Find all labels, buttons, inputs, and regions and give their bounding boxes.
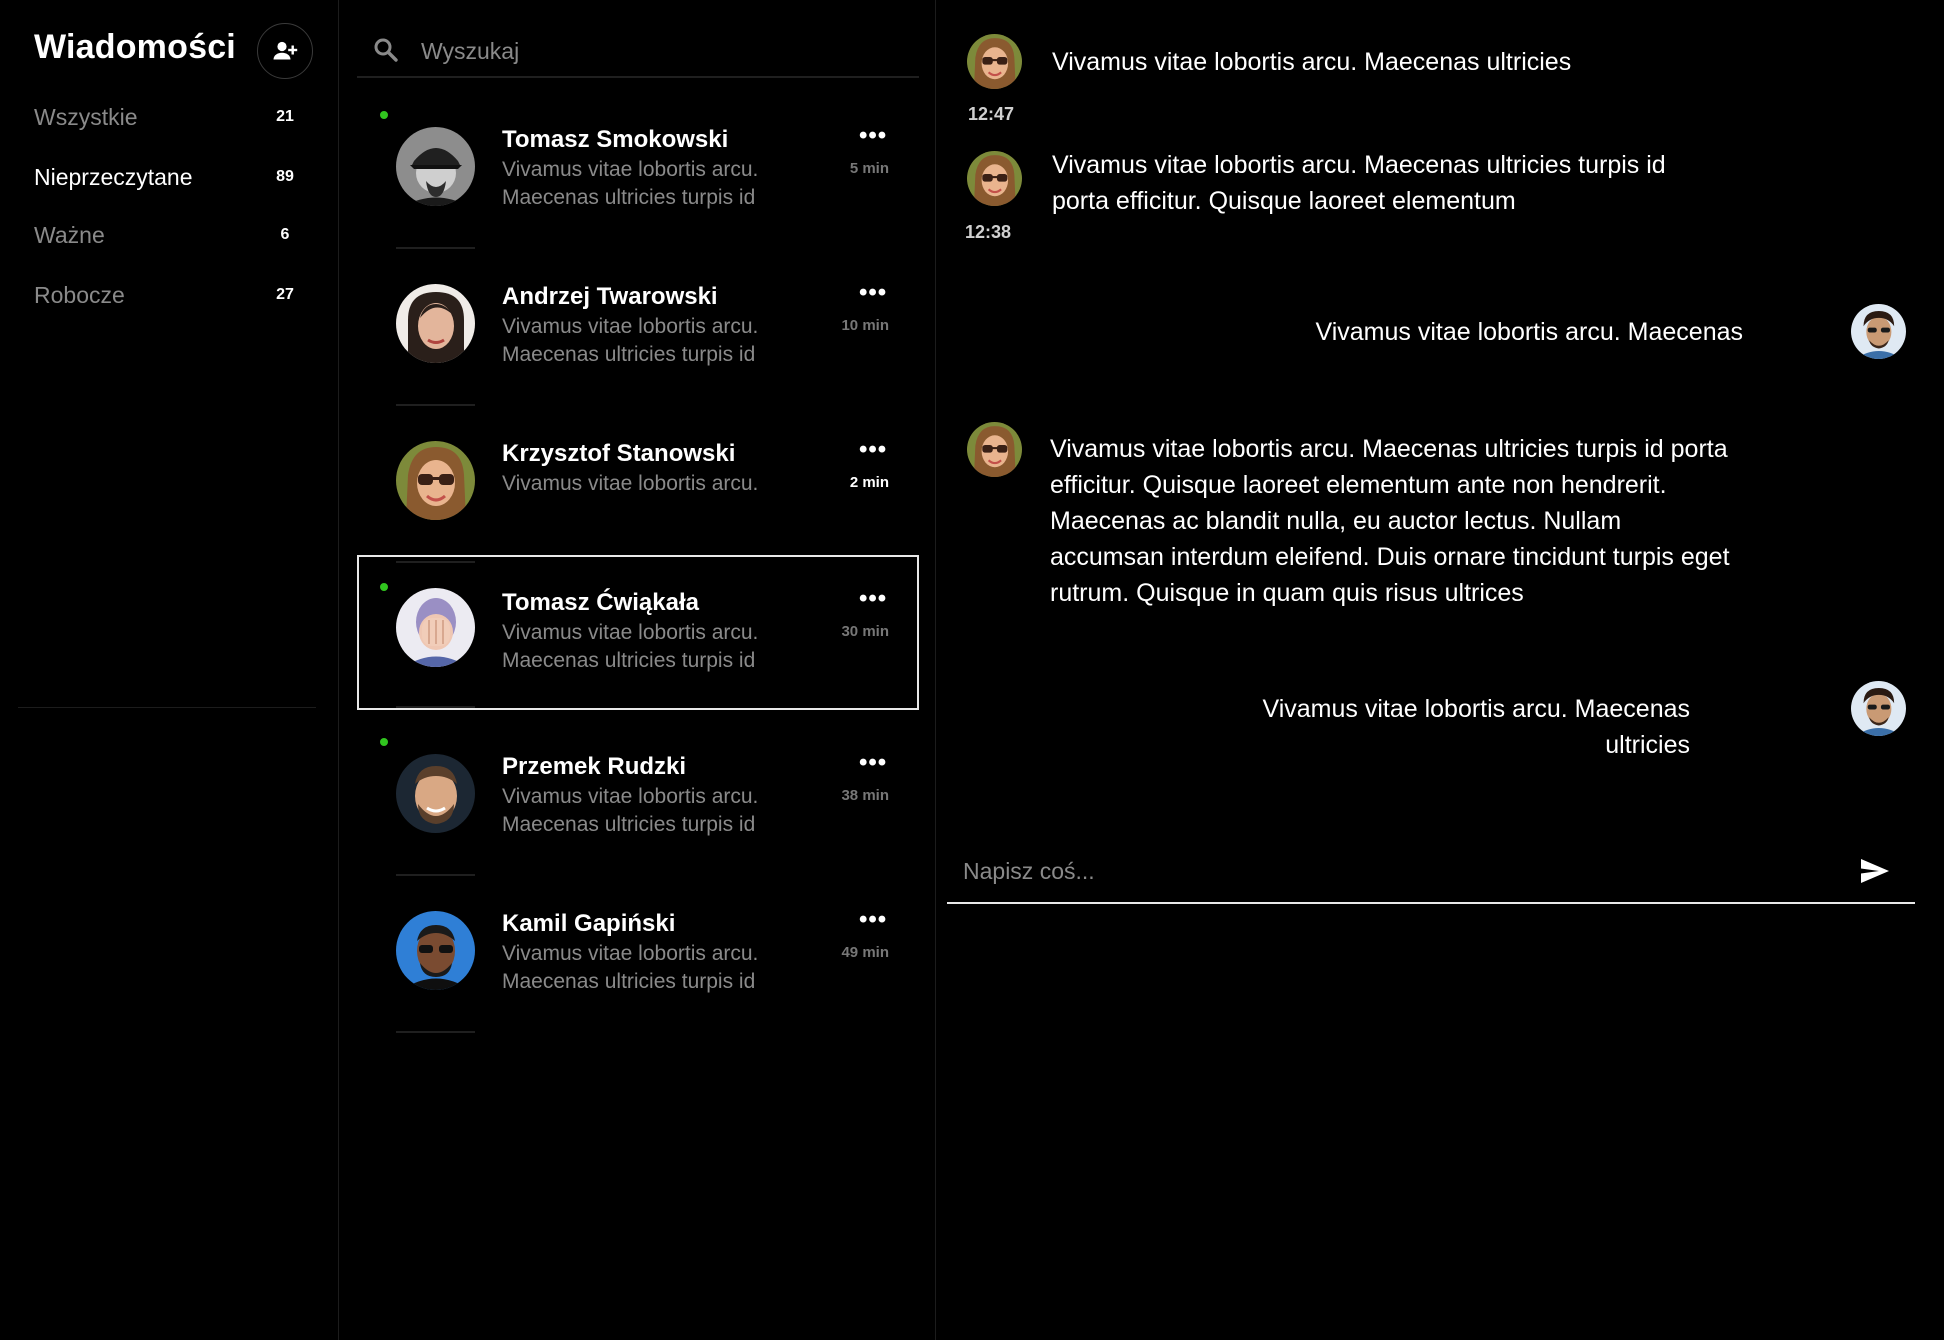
message-time: 12:38	[965, 222, 1012, 242]
conversation-item-selected[interactable]: Tomasz Ćwiąkała Vivamus vitae lobortis a…	[357, 555, 919, 710]
column-divider	[935, 0, 936, 1340]
online-indicator	[380, 583, 388, 591]
divider	[396, 1031, 475, 1033]
conversation-item[interactable]: Andrzej Twarowski Vivamus vitae lobortis…	[357, 249, 919, 406]
folder-drafts[interactable]: Robocze 27	[34, 280, 299, 310]
message-time: 2 min	[849, 474, 889, 491]
conversation-list: Tomasz Smokowski Vivamus vitae lobortis …	[339, 0, 935, 1340]
message-input[interactable]	[961, 850, 1845, 892]
message-preview: Vivamus vitae lobortis arcu. Maecenas ul…	[502, 158, 759, 209]
more-options-icon[interactable]: •••	[859, 749, 887, 777]
divider	[396, 706, 475, 708]
avatar	[967, 422, 1022, 477]
message-time: 10 min	[841, 317, 889, 334]
avatar	[396, 754, 475, 833]
outgoing-message: Vivamus vitae lobortis arcu. Maecenas ul…	[1262, 695, 1690, 759]
send-icon	[1861, 859, 1889, 883]
contact-name: Krzysztof Stanowski	[502, 440, 736, 467]
incoming-message: Vivamus vitae lobortis arcu. Maecenas ul…	[1050, 435, 1730, 607]
contact-name: Andrzej Twarowski	[502, 283, 718, 310]
folder-label: Wszystkie	[34, 103, 138, 130]
more-options-icon[interactable]: •••	[859, 279, 887, 307]
folder-count: 6	[280, 226, 290, 243]
conversation-item[interactable]: Przemek Rudzki Vivamus vitae lobortis ar…	[357, 719, 919, 876]
more-options-icon[interactable]: •••	[859, 906, 887, 934]
avatar	[967, 34, 1022, 89]
avatar	[1851, 304, 1906, 359]
message-time: 5 min	[849, 160, 889, 177]
chat-panel: 12:47 Vivamus vitae lobortis arcu. Maece…	[937, 0, 1944, 1340]
search-icon	[374, 38, 398, 62]
folders-sidebar: Wiadomości Wszystkie 21 Nieprzeczytane 8…	[0, 0, 337, 1340]
online-indicator	[380, 738, 388, 746]
incoming-message: Vivamus vitae lobortis arcu. Maecenas ul…	[1052, 151, 1666, 215]
folder-label: Robocze	[34, 281, 125, 308]
folder-count: 27	[276, 286, 294, 303]
contact-name: Tomasz Smokowski	[502, 126, 729, 153]
folder-unread[interactable]: Nieprzeczytane 89	[34, 162, 299, 192]
message-preview: Vivamus vitae lobortis arcu. Maecenas ul…	[502, 785, 759, 836]
avatar	[396, 588, 475, 667]
send-button[interactable]	[1857, 854, 1893, 888]
folder-count: 89	[276, 168, 294, 185]
message-preview: Vivamus vitae lobortis arcu. Maecenas ul…	[502, 621, 759, 672]
contact-name: Przemek Rudzki	[502, 753, 687, 780]
more-options-icon[interactable]: •••	[859, 585, 887, 613]
folder-all[interactable]: Wszystkie 21	[34, 102, 299, 132]
app-title: Wiadomości	[34, 28, 236, 66]
avatar	[396, 284, 475, 363]
folder-label: Nieprzeczytane	[34, 163, 193, 190]
conversation-item[interactable]: Tomasz Smokowski Vivamus vitae lobortis …	[357, 92, 919, 249]
message-preview: Vivamus vitae lobortis arcu. Maecenas ul…	[502, 942, 759, 993]
conversation-item[interactable]: Kamil Gapiński Vivamus vitae lobortis ar…	[357, 876, 919, 1033]
message-preview: Vivamus vitae lobortis arcu.	[502, 472, 759, 495]
more-options-icon[interactable]: •••	[859, 436, 887, 464]
message-time: 38 min	[841, 787, 889, 804]
avatar	[396, 911, 475, 990]
message-preview: Vivamus vitae lobortis arcu. Maecenas ul…	[502, 315, 759, 366]
more-options-icon[interactable]: •••	[859, 122, 887, 150]
avatar	[967, 151, 1022, 206]
message-time: 30 min	[841, 623, 889, 640]
outgoing-message: Vivamus vitae lobortis arcu. Maecenas	[1315, 318, 1743, 346]
avatar	[396, 441, 475, 520]
message-composer	[947, 842, 1915, 904]
message-time: 12:47	[968, 104, 1015, 124]
search-bar	[357, 28, 919, 78]
online-indicator	[380, 111, 388, 119]
divider	[18, 707, 316, 708]
folder-label: Ważne	[34, 221, 105, 248]
message-time: 49 min	[841, 944, 889, 961]
contact-name: Kamil Gapiński	[502, 910, 676, 937]
person-add-icon	[273, 41, 298, 60]
search-input[interactable]	[419, 32, 903, 70]
incoming-message: Vivamus vitae lobortis arcu. Maecenas ul…	[1052, 48, 1572, 76]
add-contact-button[interactable]	[257, 23, 313, 79]
avatar	[396, 127, 475, 206]
folder-count: 21	[276, 108, 294, 125]
avatar	[1851, 681, 1906, 736]
folder-important[interactable]: Ważne 6	[34, 220, 299, 250]
contact-name: Tomasz Ćwiąkała	[502, 589, 699, 616]
conversation-item[interactable]: Krzysztof Stanowski Vivamus vitae lobort…	[357, 406, 919, 563]
